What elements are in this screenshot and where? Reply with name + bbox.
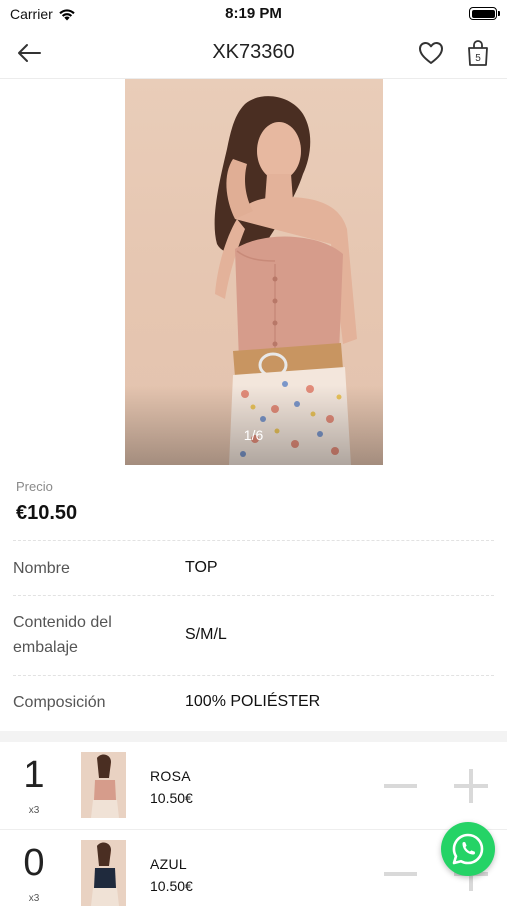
product-photo[interactable]	[125, 79, 383, 465]
variant-name: AZUL	[150, 856, 187, 872]
variant-row: 1 x3 ROSA 10.50€	[0, 742, 507, 829]
divider	[13, 675, 494, 676]
status-bar: Carrier 8:19 PM	[0, 0, 507, 26]
price-value: €10.50	[16, 502, 78, 524]
image-pager: 1/6	[243, 427, 264, 443]
image-shade	[125, 385, 383, 465]
variant-multiplier: x3	[28, 893, 40, 904]
decrease-button[interactable]	[384, 872, 417, 876]
heart-icon[interactable]	[417, 39, 445, 67]
decrease-button[interactable]	[384, 784, 417, 788]
whatsapp-button[interactable]	[441, 822, 495, 876]
variant-multiplier: x3	[28, 805, 40, 816]
section-gap	[0, 731, 507, 742]
navigation-bar: XK73360 5	[0, 26, 507, 79]
clock: 8:19 PM	[225, 5, 282, 22]
detail-value-package: S/M/L	[185, 626, 227, 643]
variant-thumbnail	[81, 752, 126, 818]
shopping-bag-icon[interactable]: 5	[465, 38, 491, 68]
detail-label-composition: Composición	[13, 694, 106, 711]
detail-label-name: Nombre	[13, 560, 70, 577]
increase-button[interactable]	[454, 769, 488, 803]
variant-price: 10.50€	[150, 878, 193, 894]
detail-value-composition: 100% POLIÉSTER	[185, 693, 321, 710]
variant-price: 10.50€	[150, 790, 193, 806]
variant-name: ROSA	[150, 768, 191, 784]
divider	[13, 595, 494, 596]
product-info: Precio €10.50 Nombre TOP Contenido del e…	[0, 465, 507, 731]
detail-label-package: Contenido del embalaje	[13, 614, 112, 656]
divider	[13, 540, 494, 541]
price-label: Precio	[16, 479, 53, 494]
variant-row: 0 x3 AZUL 10.50€	[0, 830, 507, 917]
variant-thumbnail	[81, 840, 126, 906]
detail-value-name: TOP	[185, 559, 218, 576]
product-gallery[interactable]: 1/6	[0, 79, 507, 465]
cart-count: 5	[475, 53, 481, 64]
variant-quantity: 0	[23, 842, 45, 884]
battery-icon	[469, 7, 500, 20]
variant-quantity: 1	[23, 754, 45, 796]
whatsapp-icon	[452, 833, 484, 865]
